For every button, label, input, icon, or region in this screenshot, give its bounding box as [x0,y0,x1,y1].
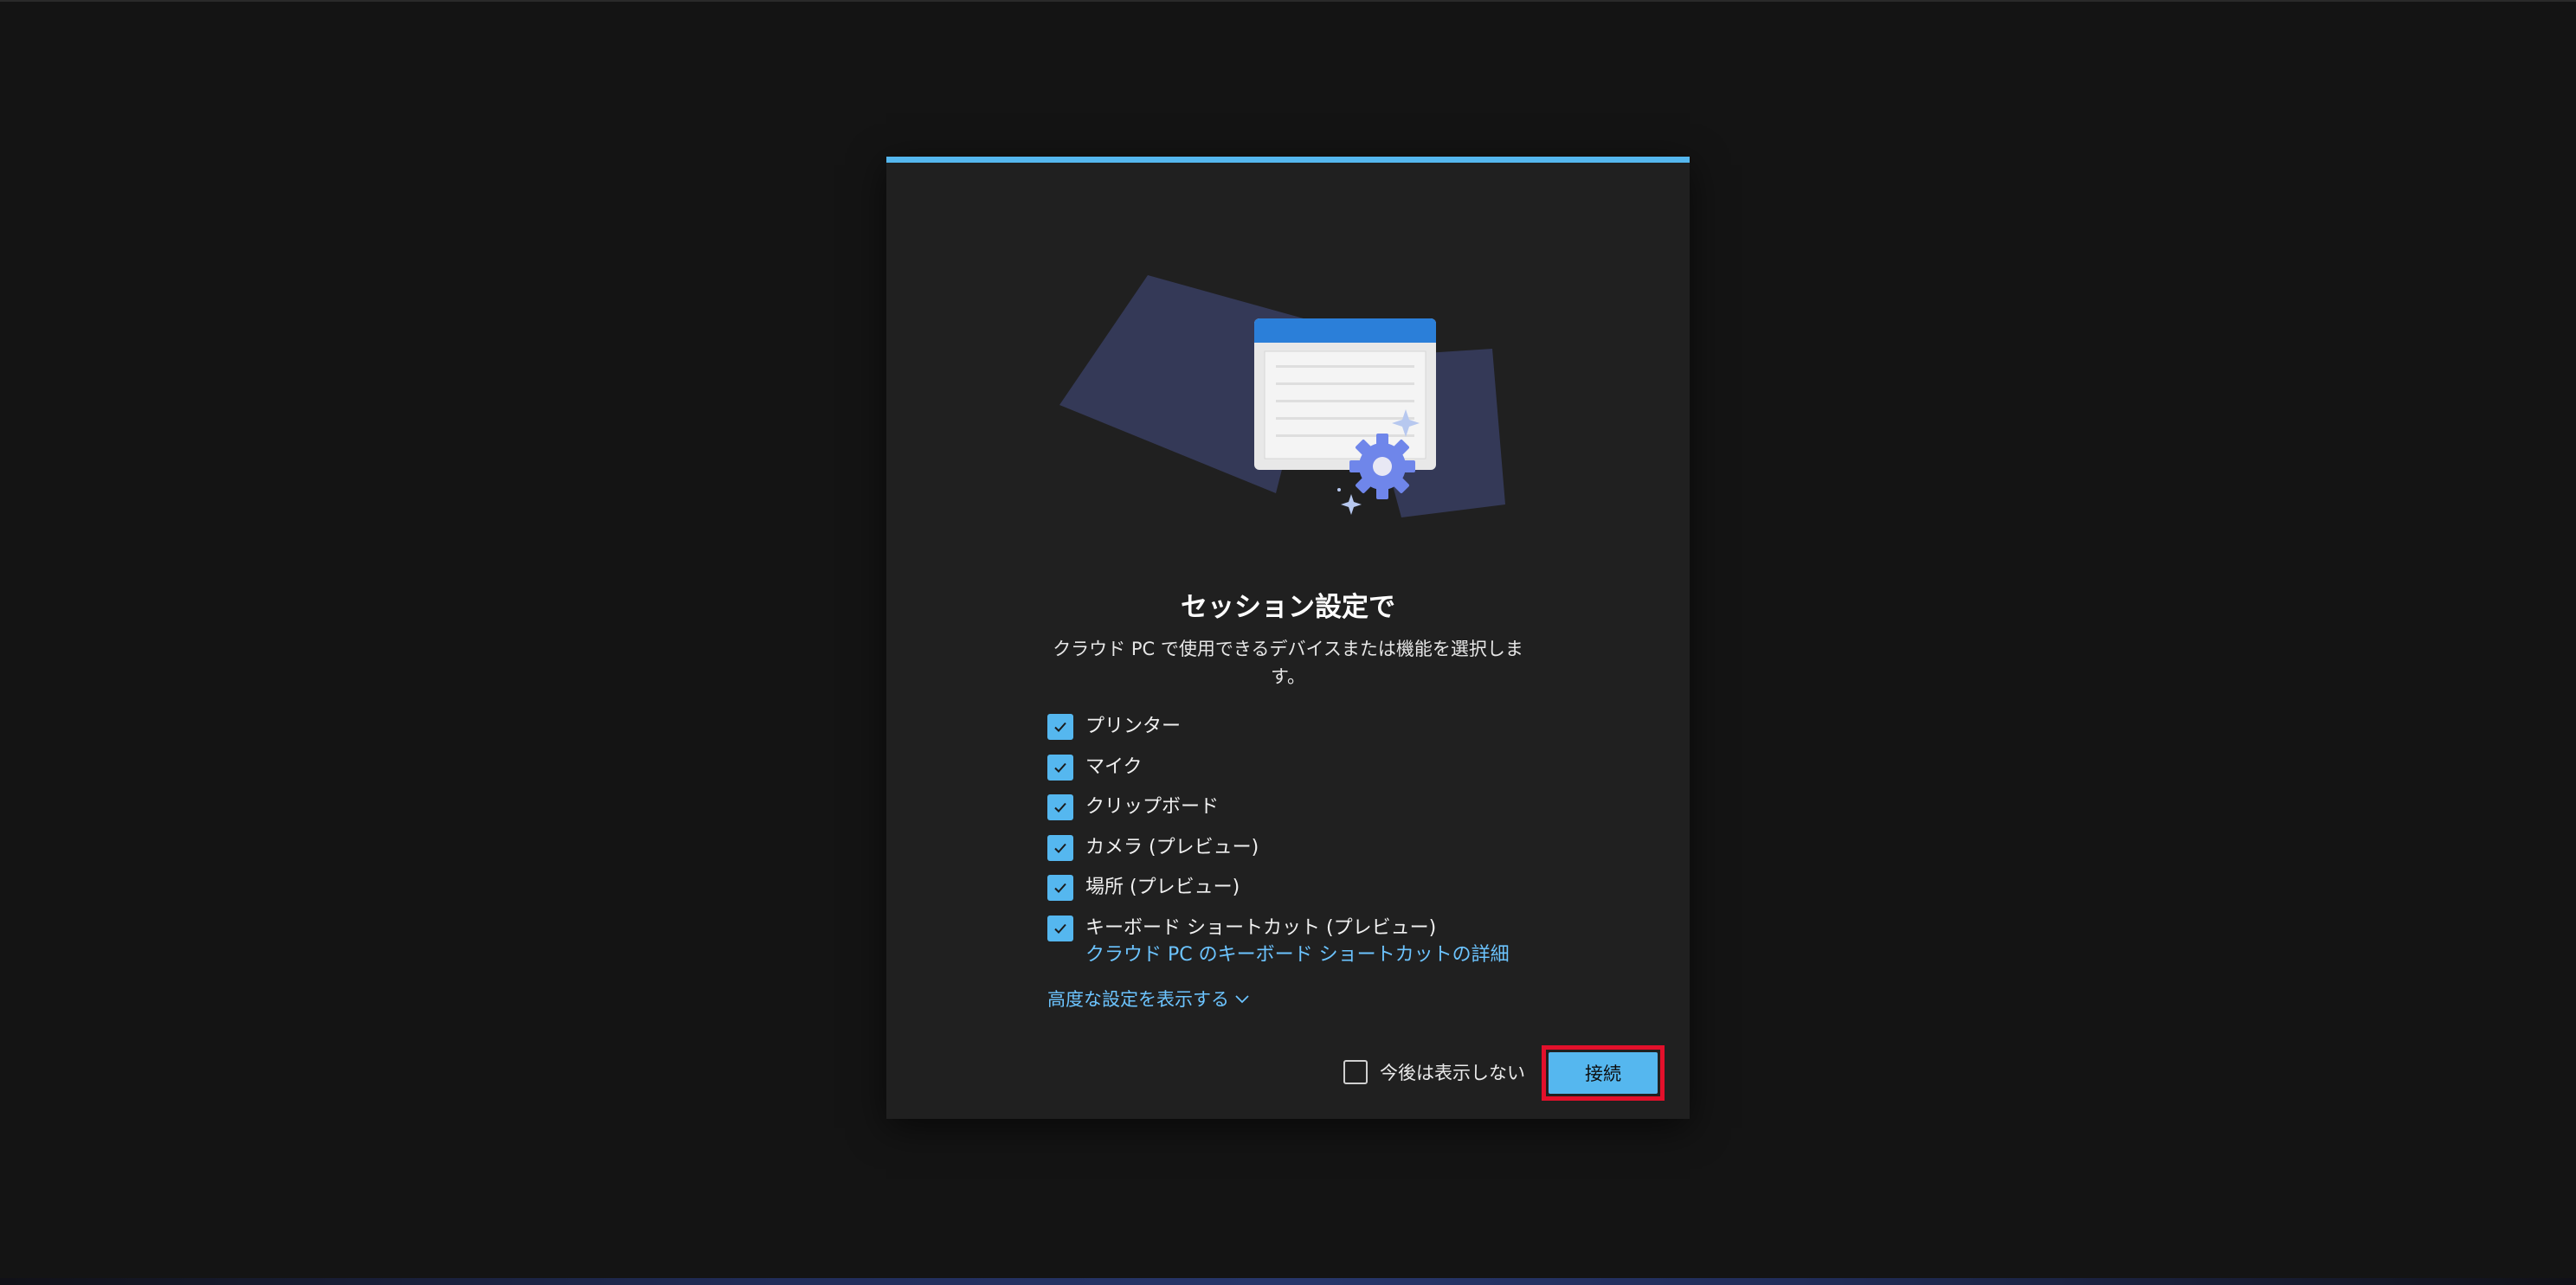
dialog-description: クラウド PC で使用できるデバイスまたは機能を選択します。 [1053,639,1523,687]
checkbox-clipboard[interactable] [1047,794,1073,820]
option-location[interactable]: 場所 (プレビュー) [1047,874,1567,915]
advanced-settings-label: 高度な設定を表示する [1047,989,1229,1010]
device-options-list: プリンター マイク クリップボード カメラ (プレビュー) 場所 (プレビュー)… [1047,713,1567,966]
dialog-title: セッション設定で [1181,592,1395,623]
checkmark-icon [1054,883,1066,893]
checkbox-printer[interactable] [1047,714,1073,740]
gear-icon [1349,434,1415,499]
option-clipboard[interactable]: クリップボード [1047,793,1567,834]
option-camera[interactable]: カメラ (プレビュー) [1047,834,1567,875]
screen-background: セッション設定で クラウド PC で使用できるデバイスまたは機能を選択します。 … [0,0,2576,1285]
checkmark-icon [1054,762,1066,773]
checkmark-icon [1054,722,1066,732]
option-printer[interactable]: プリンター [1047,713,1567,754]
chevron-down-icon [1235,995,1249,1004]
dont-show-again-option[interactable]: 今後は表示しない [1343,1059,1525,1085]
connect-button[interactable]: 接続 [1549,1052,1658,1094]
option-microphone[interactable]: マイク [1047,754,1567,794]
dont-show-again-label: 今後は表示しない [1380,1063,1525,1083]
checkbox-location[interactable] [1047,875,1073,901]
checkmark-icon [1054,923,1066,934]
show-advanced-settings-link[interactable]: 高度な設定を表示する [1047,986,1250,1012]
settings-window-gear-illustration [1059,275,1505,517]
checkbox-camera[interactable] [1047,834,1073,861]
option-keyboard-shortcuts[interactable]: キーボード ショートカット (プレビュー) クラウド PC のキーボード ショー… [1047,915,1567,966]
option-label: カメラ (プレビュー) [1085,836,1259,858]
checkbox-keyboard-shortcuts[interactable] [1047,915,1073,941]
sparkle-small-icon [1341,494,1362,515]
checkmark-icon [1054,843,1066,853]
option-label: 場所 (プレビュー) [1085,877,1240,898]
keyboard-shortcuts-details-link[interactable]: クラウド PC のキーボード ショートカットの詳細 [1085,942,1510,968]
option-label: キーボード ショートカット (プレビュー) [1085,916,1437,939]
dont-show-again-checkbox[interactable] [1343,1060,1368,1084]
session-settings-dialog: セッション設定で クラウド PC で使用できるデバイスまたは機能を選択します。 … [886,157,1690,1119]
option-label: クリップボード [1085,796,1220,818]
checkmark-icon [1054,802,1066,813]
option-label: マイク [1085,755,1143,778]
checkbox-microphone[interactable] [1047,754,1073,781]
option-label: プリンター [1085,716,1182,737]
taskbar-glow [0,1278,2576,1285]
